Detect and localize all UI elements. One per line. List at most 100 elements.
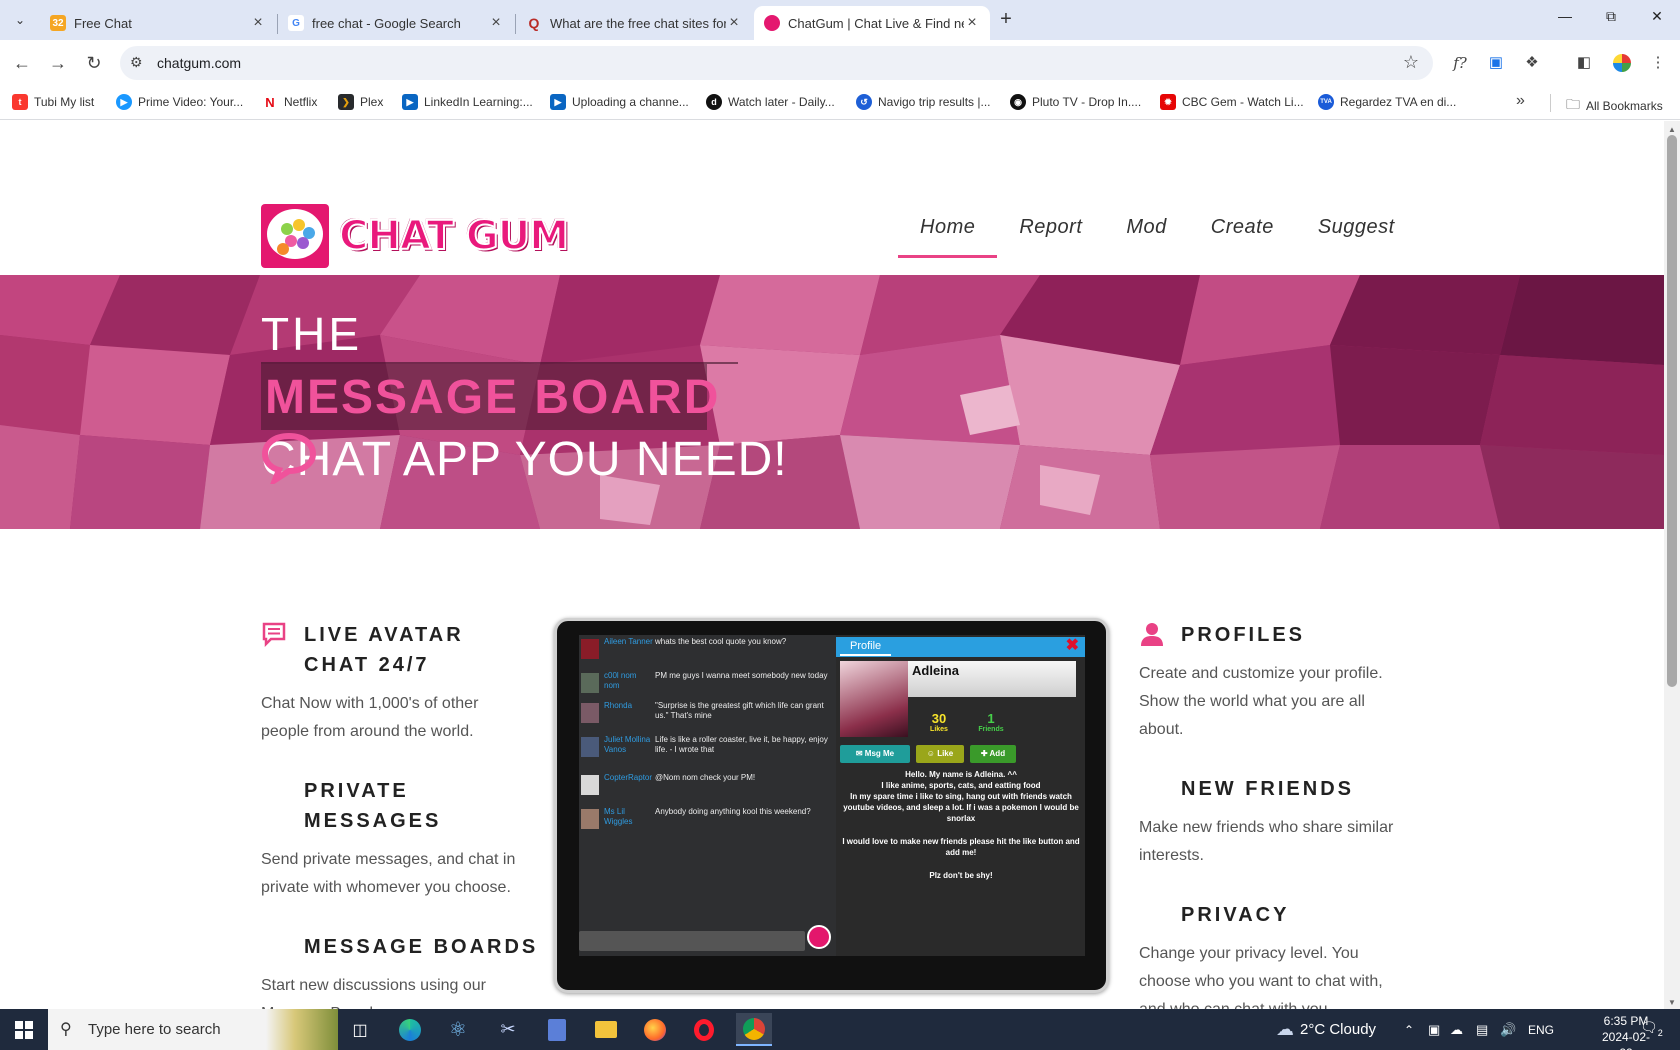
url-text[interactable]: chatgum.com (157, 55, 241, 71)
bookmark-cbc-gem[interactable]: ✹ CBC Gem - Watch Li... (1160, 94, 1304, 110)
taskbar-opera[interactable] (686, 1013, 722, 1046)
network-icon[interactable]: ▤ (1476, 1009, 1488, 1050)
close-icon[interactable]: × (726, 14, 742, 32)
taskbar-file-explorer[interactable] (588, 1013, 624, 1046)
scroll-down-icon[interactable]: ▼ (1668, 998, 1676, 1007)
nav-suggest[interactable]: Suggest (1296, 196, 1417, 258)
chat-username: Rhonda (604, 701, 633, 710)
more-bookmarks-chevron-icon[interactable]: » (1516, 92, 1525, 110)
weather-widget[interactable]: ☁ 2°C Cloudy (1276, 1009, 1376, 1050)
side-panel-icon[interactable]: ◧ (1572, 51, 1596, 75)
taskbar-firefox[interactable] (637, 1013, 673, 1046)
bookmark-prime-video[interactable]: ▶ Prime Video: Your... (116, 94, 243, 110)
reload-button[interactable]: ↻ (82, 51, 106, 75)
nav-mod[interactable]: Mod (1104, 196, 1188, 258)
forward-button[interactable]: → (46, 51, 70, 75)
like-button: ☺ Like (916, 745, 964, 763)
tray-overflow-button[interactable]: ⌃ (1404, 1009, 1414, 1050)
tab-chatgum[interactable]: ChatGum | Chat Live & Find new × (754, 6, 990, 40)
chat-message: c00l nom nom PM me guys I wanna meet some… (579, 671, 836, 703)
video-icon: ▶ (550, 94, 566, 110)
scissors-icon: ✂ (500, 1019, 516, 1039)
more-menu-icon[interactable]: ⋮ (1646, 51, 1670, 75)
close-icon[interactable]: × (964, 14, 980, 32)
chevron-down-icon: ⌄ (14, 13, 26, 27)
feature-live-chat: LIVE AVATAR CHAT 24/7 Chat Now with 1,00… (261, 620, 521, 746)
notifications-button[interactable]: 🗨2 (1640, 1019, 1663, 1038)
formula-extension-icon[interactable]: f? (1448, 51, 1472, 75)
feature-title: PRIVATE MESSAGES (304, 780, 442, 832)
search-placeholder: Type here to search (88, 1021, 221, 1038)
reload-icon: ↻ (86, 53, 102, 73)
profile-name: Adleina (912, 663, 959, 678)
screen-capture-extension-icon[interactable]: ▣ (1484, 51, 1508, 75)
bookmark-pluto-tv[interactable]: ◉ Pluto TV - Drop In.... (1010, 94, 1141, 110)
browser-toolbar: ← → ↻ ⚙ chatgum.com ☆ f? ▣ ❖ ◧ ⋮ (0, 40, 1680, 86)
chat-message: Aileen Tanner whats the best cool quote y… (579, 637, 836, 669)
volume-icon[interactable]: 🔊 (1500, 1009, 1516, 1050)
scrollbar-thumb[interactable] (1667, 135, 1677, 687)
taskbar-search[interactable]: ⚲ Type here to search (48, 1009, 338, 1050)
back-button[interactable]: ← (10, 51, 34, 75)
site-settings-icon[interactable]: ⚙ (130, 54, 143, 71)
bio-line: I would love to make new friends please … (842, 837, 1080, 857)
logo-text: CHAT GUM (338, 212, 570, 260)
mail-icon: ✉ (855, 749, 863, 758)
nav-create[interactable]: Create (1189, 196, 1296, 258)
taskbar-snip[interactable]: ✂ (490, 1013, 526, 1046)
close-icon[interactable]: × (250, 14, 266, 32)
feature-profiles: PROFILES Create and customize your profi… (1139, 620, 1409, 744)
tab-search-button[interactable]: ⌄ (8, 8, 32, 32)
close-icon[interactable]: × (488, 14, 504, 32)
plex-icon: ❯ (338, 94, 354, 110)
video-icon: ▶ (402, 94, 418, 110)
close-window-button[interactable]: ✕ (1634, 8, 1680, 32)
dailymotion-icon: d (706, 94, 722, 110)
tab-quora[interactable]: Q What are the free chat sites for × (516, 6, 752, 40)
page-scrollbar[interactable]: ▲ ▼ (1664, 121, 1680, 1009)
scroll-up-icon[interactable]: ▲ (1668, 125, 1676, 134)
tab-free-chat[interactable]: 32 Free Chat × (40, 6, 276, 40)
chat-username: CopterRaptor (604, 773, 653, 782)
bookmark-linkedin-learning[interactable]: ▶ LinkedIn Learning:... (402, 94, 533, 110)
extensions-icon[interactable]: ❖ (1520, 51, 1544, 75)
tray-meet-icon[interactable]: ▣ (1428, 1009, 1440, 1050)
chat-username: Ms Lil Wiggles (604, 807, 633, 826)
taskbar-chrome[interactable] (736, 1013, 772, 1046)
chat-text: Life is like a roller coaster, live it, … (655, 735, 828, 754)
minimize-button[interactable]: — (1542, 8, 1588, 32)
bookmark-uploading[interactable]: ▶ Uploading a channe... (550, 94, 689, 110)
start-button[interactable] (0, 1009, 48, 1050)
bookmark-dailymotion[interactable]: d Watch later - Daily... (706, 94, 835, 110)
restore-button[interactable]: ⧉ (1588, 8, 1634, 32)
task-view-button[interactable]: ◫ (342, 1013, 378, 1046)
tray-onedrive-icon[interactable]: ☁ (1450, 1009, 1463, 1050)
bookmark-plex[interactable]: ❯ Plex (338, 94, 383, 110)
taskbar-paint[interactable]: ⚛ (440, 1013, 476, 1046)
bookmark-label: Watch later - Daily... (728, 95, 835, 109)
input-language[interactable]: ENG (1528, 1009, 1554, 1050)
chat-pane: Aileen Tanner whats the best cool quote y… (579, 635, 836, 956)
feature-text: Create and customize your profile. Show … (1139, 665, 1383, 738)
bookmark-tubi[interactable]: t Tubi My list (12, 94, 94, 110)
bookmark-navigo[interactable]: ↺ Navigo trip results |... (856, 94, 991, 110)
all-bookmarks-button[interactable]: 🗀 All Bookmarks (1566, 94, 1663, 118)
chat-bubble-icon (261, 432, 317, 484)
profile-panel: Profile ✖ Adleina 30 Likes 1 Friends ✉ M… (836, 635, 1085, 956)
taskbar-calculator[interactable] (539, 1013, 575, 1046)
profile-avatar[interactable] (1610, 51, 1634, 75)
new-tab-button[interactable]: + (994, 8, 1018, 32)
chat-text: "Surprise is the greatest gift which lif… (655, 701, 824, 720)
address-bar[interactable]: ⚙ chatgum.com ☆ (120, 46, 1433, 80)
nav-home[interactable]: Home (898, 196, 998, 258)
bookmark-netflix[interactable]: N Netflix (262, 94, 317, 110)
bookmark-tva[interactable]: TVA Regardez TVA en di... (1318, 94, 1456, 110)
site-logo[interactable]: CHAT GUM (261, 204, 570, 268)
bookmark-star-icon[interactable]: ☆ (1403, 52, 1419, 73)
tab-google-search[interactable]: G free chat - Google Search × (278, 6, 514, 40)
feature-text: Send private messages, and chat in priva… (261, 851, 516, 896)
nav-report[interactable]: Report (997, 196, 1104, 258)
taskbar-edge[interactable] (392, 1013, 428, 1046)
likes-label: Likes (930, 726, 948, 733)
netflix-icon: N (262, 94, 278, 110)
